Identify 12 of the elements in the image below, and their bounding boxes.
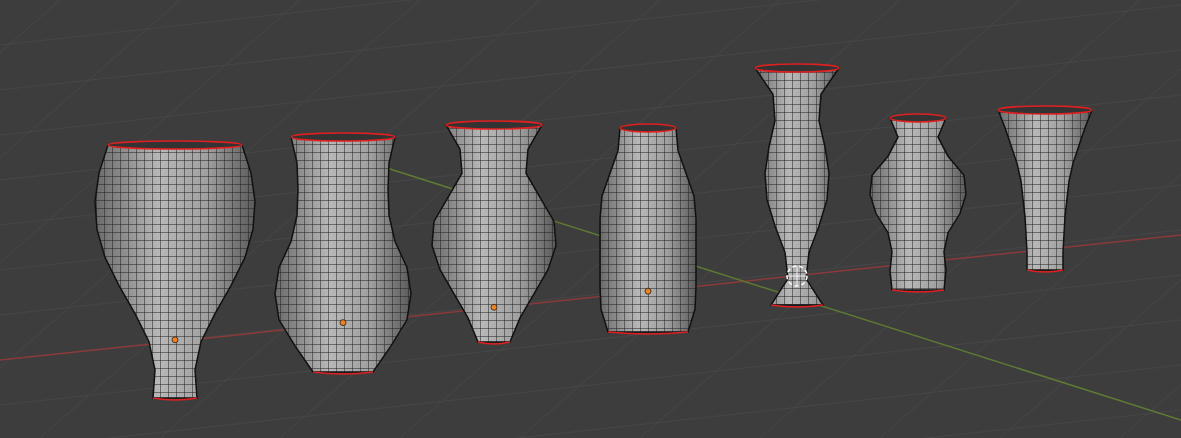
vase-drawing[interactable]: [996, 105, 1094, 273]
vase-drawing[interactable]: [94, 140, 256, 401]
vase-drawing[interactable]: [869, 113, 967, 293]
origin-dot: [171, 336, 179, 344]
origin-dot: [339, 319, 347, 327]
cursor-icon: [786, 265, 808, 287]
vase-drawing[interactable]: [431, 120, 557, 345]
vase-drawing[interactable]: [599, 123, 697, 335]
vase-drawing[interactable]: [274, 132, 412, 375]
origin-dot: [644, 287, 652, 295]
vase-drawing[interactable]: [753, 63, 841, 308]
origin-dot: [490, 303, 498, 311]
